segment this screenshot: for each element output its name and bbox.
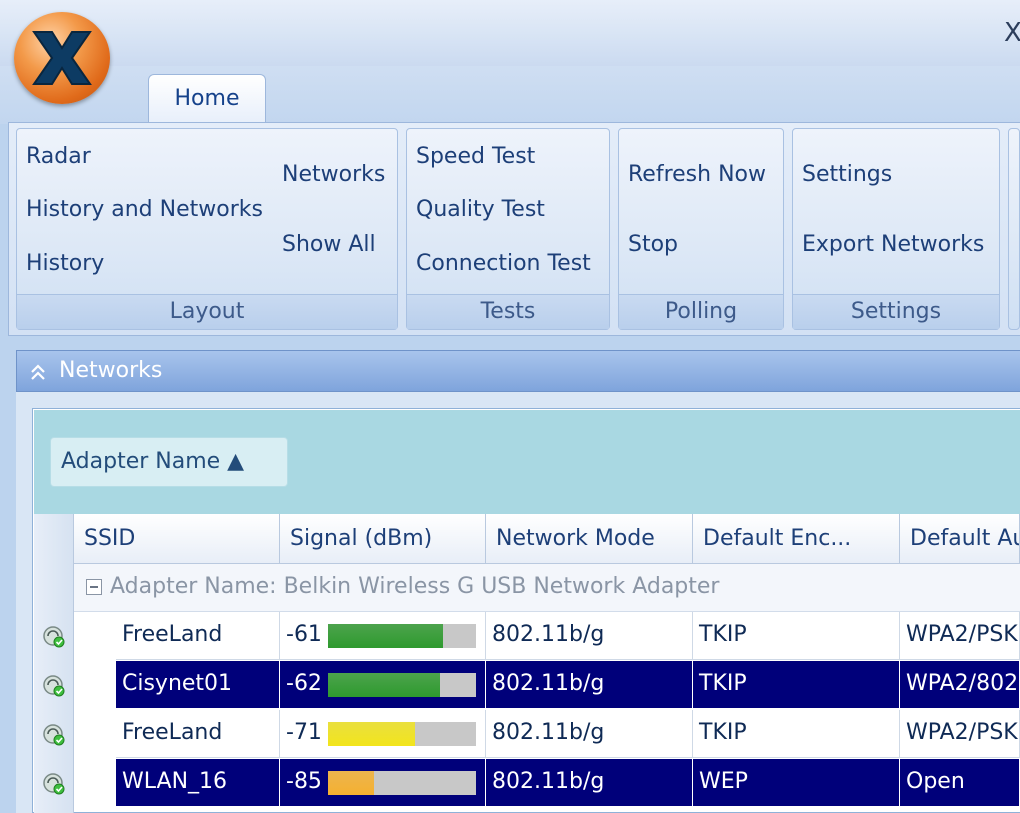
ribbon-group-settings: Settings <box>792 128 1000 330</box>
layout-show-all-button[interactable]: Show All <box>282 232 376 257</box>
cell-mode: 802.11b/g <box>486 710 693 758</box>
cell-mode: 802.11b/g <box>486 612 693 660</box>
cell-auth: WPA2/PSK <box>900 612 1020 660</box>
network-status-icon <box>40 622 68 650</box>
table-row[interactable]: Cisynet01 -62 802.11b/g TKIP WPA2/802 <box>116 661 1020 709</box>
signal-strength-fill <box>328 771 374 795</box>
title-bar <box>0 0 1020 66</box>
group-title-layout: Layout <box>17 294 397 329</box>
cell-signal: -62 <box>280 661 486 709</box>
cell-enc: WEP <box>693 759 900 807</box>
signal-strength-bar <box>328 673 476 697</box>
network-status-icon <box>40 769 68 797</box>
signal-value: -61 <box>286 622 322 647</box>
connection-test-button[interactable]: Connection Test <box>416 251 591 276</box>
networks-panel-header[interactable]: Networks <box>16 350 1020 392</box>
column-header-network-mode[interactable]: Network Mode <box>486 514 693 564</box>
stop-button[interactable]: Stop <box>628 232 678 257</box>
group-title-tests: Tests <box>407 294 609 329</box>
column-header-default-auth[interactable]: Default Au <box>900 514 1020 564</box>
cell-ssid: FreeLand <box>116 612 280 660</box>
signal-strength-bar <box>328 624 476 648</box>
cell-enc: TKIP <box>693 612 900 660</box>
layout-networks-button[interactable]: Networks <box>282 162 385 187</box>
cell-auth: Open <box>900 759 1020 807</box>
signal-value: -71 <box>286 720 322 745</box>
group-row-adapter[interactable]: Adapter Name: Belkin Wireless G USB Netw… <box>74 564 1020 612</box>
app-orb-icon[interactable] <box>14 12 110 104</box>
signal-value: -85 <box>286 769 322 794</box>
close-button[interactable]: X <box>1004 18 1020 48</box>
layout-radar-button[interactable]: Radar <box>26 144 91 169</box>
signal-value: -62 <box>286 671 322 696</box>
table-row[interactable]: FreeLand -61 802.11b/g TKIP WPA2/PSK <box>116 612 1020 660</box>
cell-ssid: FreeLand <box>116 710 280 758</box>
cell-ssid: Cisynet01 <box>116 661 280 709</box>
signal-strength-fill <box>328 673 440 697</box>
refresh-now-button[interactable]: Refresh Now <box>628 162 766 187</box>
column-header-default-encryption[interactable]: Default Enc... <box>693 514 900 564</box>
signal-strength-fill <box>328 722 415 746</box>
collapse-icon[interactable] <box>86 579 102 595</box>
cell-signal: -61 <box>280 612 486 660</box>
table-row[interactable]: FreeLand -71 802.11b/g TKIP WPA2/PSK <box>116 710 1020 758</box>
ribbon-group-polling: Polling <box>618 128 784 330</box>
signal-strength-bar <box>328 722 476 746</box>
cell-signal: -85 <box>280 759 486 807</box>
settings-button[interactable]: Settings <box>802 162 892 187</box>
group-title-polling: Polling <box>619 294 783 329</box>
cell-mode: 802.11b/g <box>486 661 693 709</box>
group-row-label: Adapter Name: Belkin Wireless G USB Netw… <box>110 574 720 599</box>
signal-strength-fill <box>328 624 443 648</box>
network-status-icon <box>40 671 68 699</box>
cell-ssid: WLAN_16 <box>116 759 280 807</box>
cell-enc: TKIP <box>693 661 900 709</box>
table-row[interactable]: WLAN_16 -85 802.11b/g WEP Open <box>116 759 1020 807</box>
cell-auth: WPA2/PSK <box>900 710 1020 758</box>
layout-history-and-networks-button[interactable]: History and Networks <box>26 197 263 222</box>
quality-test-button[interactable]: Quality Test <box>416 197 545 222</box>
cell-mode: 802.11b/g <box>486 759 693 807</box>
tab-home[interactable]: Home <box>148 74 266 126</box>
signal-strength-bar <box>328 771 476 795</box>
networks-panel-title: Networks <box>59 358 163 383</box>
cell-auth: WPA2/802 <box>900 661 1020 709</box>
layout-history-button[interactable]: History <box>26 251 104 276</box>
network-status-icon <box>40 720 68 748</box>
cell-enc: TKIP <box>693 710 900 758</box>
column-header-ssid[interactable]: SSID <box>74 514 280 564</box>
column-header-signal[interactable]: Signal (dBm) <box>280 514 486 564</box>
cell-signal: -71 <box>280 710 486 758</box>
group-title-settings: Settings <box>793 294 999 329</box>
group-by-adapter-name-chip[interactable]: Adapter Name ▲ <box>50 437 288 487</box>
speed-test-button[interactable]: Speed Test <box>416 144 535 169</box>
export-networks-button[interactable]: Export Networks <box>802 232 984 257</box>
ribbon-group-next <box>1008 128 1020 330</box>
